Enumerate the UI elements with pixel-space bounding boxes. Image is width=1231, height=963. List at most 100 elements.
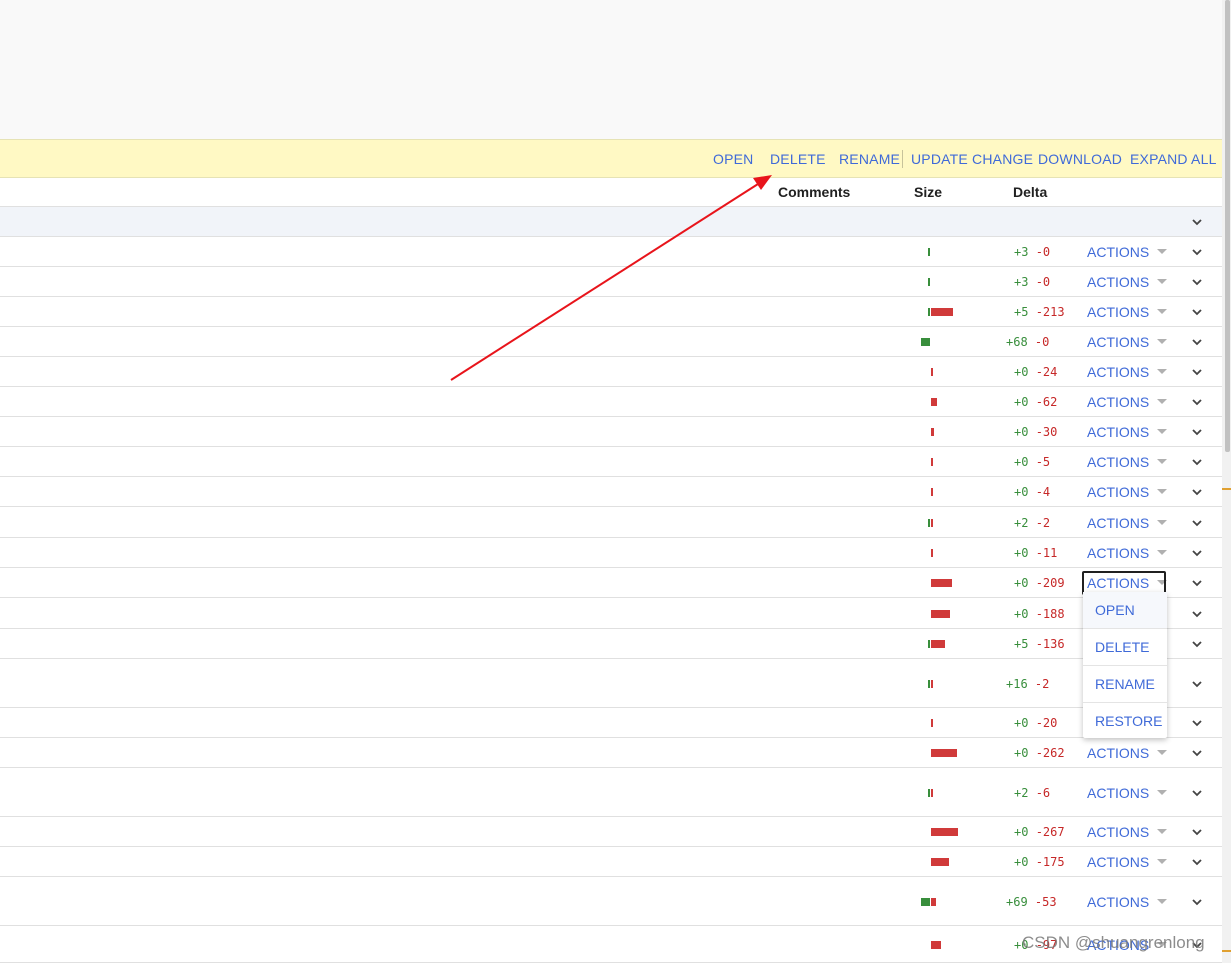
additions-size-bar [921, 338, 930, 346]
file-row[interactable]: +0 -267 ACTIONS [0, 817, 1222, 847]
actions-dropdown-button[interactable]: ACTIONS [1087, 244, 1168, 260]
delta-value: +3 -0 [1014, 275, 1050, 289]
chevron-down-icon[interactable] [1190, 245, 1204, 259]
menu-item-rename[interactable]: RENAME [1083, 666, 1167, 703]
update-change-button[interactable]: UPDATE CHANGE [911, 140, 1033, 178]
lines-added: +5 [1014, 305, 1029, 319]
file-row[interactable]: +0 -4 ACTIONS [0, 477, 1222, 507]
chevron-down-icon[interactable] [1190, 485, 1204, 499]
chevron-down-icon[interactable] [1190, 275, 1204, 289]
file-row[interactable]: +0 -175 ACTIONS [0, 847, 1222, 877]
delta-value: +0 -4 [1014, 485, 1050, 499]
menu-item-open[interactable]: OPEN [1083, 592, 1167, 629]
chevron-down-icon[interactable] [1190, 335, 1204, 349]
file-row[interactable]: +3 -0 ACTIONS [0, 237, 1222, 267]
file-row[interactable]: +2 -6 ACTIONS [0, 768, 1222, 817]
lines-removed: -136 [1035, 637, 1065, 651]
lines-removed: -188 [1035, 607, 1065, 621]
actions-label: ACTIONS [1087, 854, 1150, 870]
actions-dropdown-button[interactable]: ACTIONS [1087, 454, 1168, 470]
actions-dropdown-button[interactable]: ACTIONS [1087, 394, 1168, 410]
chevron-down-icon[interactable] [1190, 677, 1204, 691]
lines-added: +2 [1014, 516, 1029, 530]
delta-value: +0 -24 [1014, 365, 1057, 379]
actions-dropdown-button[interactable]: ACTIONS [1087, 824, 1168, 840]
file-row[interactable]: +5 -213 ACTIONS [0, 297, 1222, 327]
lines-added: +68 [1006, 335, 1028, 349]
chevron-down-icon[interactable] [1190, 305, 1204, 319]
delta-value: +0 -262 [1014, 746, 1065, 760]
delete-button[interactable]: DELETE [770, 140, 826, 178]
lines-removed: -20 [1035, 716, 1058, 730]
additions-size-bar [928, 640, 930, 648]
caret-down-icon [1157, 248, 1168, 254]
scrollbar-marker [1222, 950, 1231, 952]
lines-added: +0 [1014, 716, 1029, 730]
actions-dropdown-button[interactable]: ACTIONS [1087, 424, 1168, 440]
lines-removed: -0 [1034, 335, 1050, 349]
actions-dropdown-button[interactable]: ACTIONS [1087, 515, 1168, 531]
chevron-down-icon[interactable] [1190, 786, 1204, 800]
chevron-down-icon[interactable] [1190, 637, 1204, 651]
chevron-down-icon[interactable] [1190, 855, 1204, 869]
delta-value: +68 -0 [1006, 335, 1049, 349]
caret-down-icon [1157, 428, 1168, 434]
actions-dropdown-button[interactable]: ACTIONS [1087, 745, 1168, 761]
open-button[interactable]: OPEN [713, 140, 753, 178]
menu-item-restore[interactable]: RESTORE [1083, 703, 1167, 740]
lines-removed: -11 [1035, 546, 1058, 560]
chevron-down-icon[interactable] [1190, 365, 1204, 379]
file-row[interactable]: +0 -24 ACTIONS [0, 357, 1222, 387]
caret-down-icon [1157, 519, 1168, 525]
file-row[interactable]: +0 -30 ACTIONS [0, 417, 1222, 447]
file-row[interactable]: +0 -5 ACTIONS [0, 447, 1222, 477]
file-row[interactable]: +0 -188 [0, 598, 1222, 629]
actions-dropdown-button[interactable]: ACTIONS [1087, 785, 1168, 801]
actions-dropdown-button[interactable]: ACTIONS [1087, 364, 1168, 380]
download-button[interactable]: DOWNLOAD [1038, 140, 1122, 178]
deletions-size-bar [931, 610, 950, 618]
menu-item-delete[interactable]: DELETE [1083, 629, 1167, 666]
chevron-down-icon[interactable] [1190, 895, 1204, 909]
chevron-down-icon[interactable] [1190, 425, 1204, 439]
chevron-down-icon[interactable] [1190, 716, 1204, 730]
chevron-down-icon[interactable] [1190, 825, 1204, 839]
actions-dropdown-button[interactable]: ACTIONS [1087, 545, 1168, 561]
expand-all-button[interactable]: EXPAND ALL [1130, 140, 1217, 178]
section-header-row[interactable] [0, 207, 1222, 237]
chevron-down-icon[interactable] [1190, 607, 1204, 621]
file-row[interactable]: +0 -262 ACTIONS [0, 738, 1222, 768]
lines-removed: -213 [1035, 305, 1065, 319]
delta-value: +0 -188 [1014, 607, 1065, 621]
chevron-down-icon[interactable] [1190, 576, 1204, 590]
file-row[interactable]: +0 -62 ACTIONS [0, 387, 1222, 417]
chevron-down-icon[interactable] [1190, 455, 1204, 469]
size-column-header: Size [914, 184, 943, 200]
chevron-down-icon[interactable] [1190, 546, 1204, 560]
file-row[interactable]: +2 -2 ACTIONS [0, 507, 1222, 538]
actions-dropdown-button[interactable]: ACTIONS [1087, 274, 1168, 290]
caret-down-icon [1157, 749, 1168, 755]
file-row[interactable]: +68 -0 ACTIONS [0, 327, 1222, 357]
file-row[interactable]: +3 -0 ACTIONS [0, 267, 1222, 297]
actions-dropdown-button[interactable]: ACTIONS [1087, 854, 1168, 870]
chevron-down-icon[interactable] [1190, 516, 1204, 530]
file-row[interactable]: +0 -11 ACTIONS [0, 538, 1222, 568]
rename-button[interactable]: RENAME [839, 140, 900, 178]
file-row[interactable]: +0 -20 [0, 708, 1222, 738]
deletions-size-bar [931, 789, 933, 797]
actions-dropdown-button[interactable]: ACTIONS [1087, 894, 1168, 910]
chevron-down-icon[interactable] [1190, 215, 1204, 229]
scrollbar-thumb[interactable] [1225, 0, 1230, 452]
actions-label: ACTIONS [1087, 824, 1150, 840]
actions-dropdown-button[interactable]: ACTIONS [1087, 334, 1168, 350]
deletions-size-bar [931, 488, 933, 496]
chevron-down-icon[interactable] [1190, 746, 1204, 760]
file-row[interactable]: +69 -53 ACTIONS [0, 877, 1222, 926]
file-row[interactable]: +5 -136 [0, 629, 1222, 659]
actions-dropdown-button[interactable]: ACTIONS [1087, 484, 1168, 500]
chevron-down-icon[interactable] [1190, 395, 1204, 409]
file-row[interactable]: +16 -2 [0, 659, 1222, 708]
file-row[interactable]: +0 -209 ACTIONS [0, 568, 1222, 598]
actions-dropdown-button[interactable]: ACTIONS [1087, 304, 1168, 320]
